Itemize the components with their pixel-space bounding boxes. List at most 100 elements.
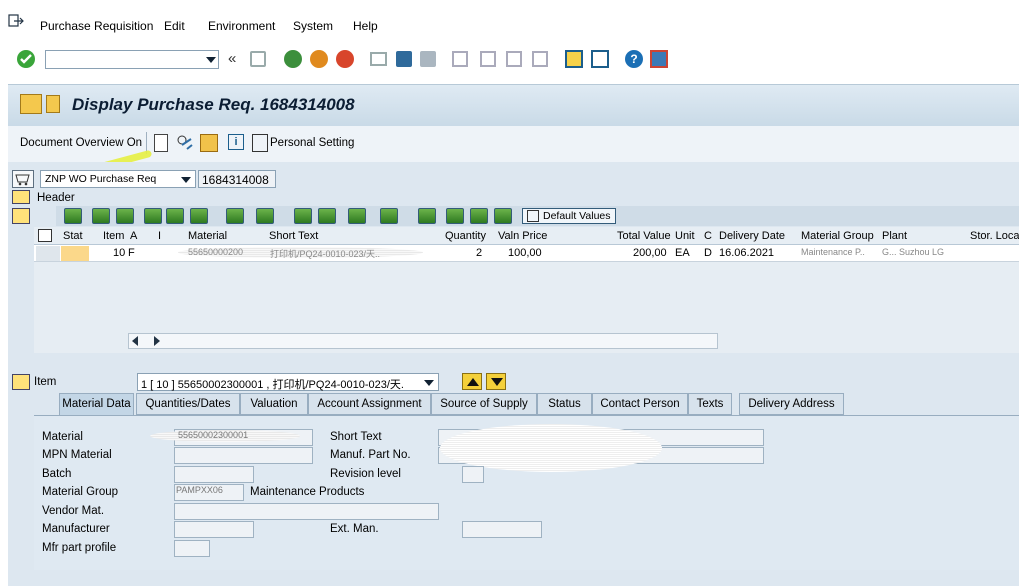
item-overview-expand-icon[interactable] <box>12 208 30 224</box>
details-icon[interactable] <box>64 208 82 224</box>
transaction-icon[interactable] <box>20 94 42 114</box>
column-stat[interactable]: Stat <box>63 230 83 242</box>
item-detail-icon[interactable] <box>446 208 464 224</box>
column-short-text[interactable]: Short Text <box>269 230 318 242</box>
column-plant[interactable]: Plant <box>882 230 907 242</box>
column-valn-price[interactable]: Valn Price <box>498 230 547 242</box>
exit-icon[interactable] <box>310 50 328 68</box>
menu-system[interactable]: System <box>293 19 333 33</box>
find-next-in-table-icon[interactable] <box>166 208 184 224</box>
ext-man-label: Ext. Man. <box>330 523 379 535</box>
mfr-part-profile-field <box>174 540 210 557</box>
back-icon[interactable] <box>284 50 302 68</box>
item-info-icon[interactable] <box>418 208 436 224</box>
collapse-icon[interactable]: « <box>228 50 236 67</box>
column-material[interactable]: Material <box>188 230 227 242</box>
tab-texts[interactable]: Texts <box>688 393 732 415</box>
menu-environment[interactable]: Environment <box>208 19 275 33</box>
print-preview-icon[interactable] <box>294 208 312 224</box>
column-item[interactable]: Item <box>103 230 124 242</box>
shortcut-icon[interactable] <box>591 50 609 68</box>
vendor-mat-label: Vendor Mat. <box>42 505 105 517</box>
document-type-select[interactable]: ZNP WO Purchase Req <box>40 170 196 188</box>
item-select-dropdown-icon[interactable] <box>424 380 434 386</box>
personal-setting-button[interactable]: Personal Setting <box>270 137 354 149</box>
revision-level-field <box>462 466 484 483</box>
first-page-icon[interactable] <box>452 51 468 67</box>
item-status-icon[interactable] <box>494 208 512 224</box>
document-type-dropdown-icon[interactable] <box>181 177 191 183</box>
row-short-text: 打印机/PQ24-0010-023/天.. <box>270 249 381 259</box>
header-expand-icon[interactable] <box>12 190 30 204</box>
tab-valuation[interactable]: Valuation <box>240 393 308 415</box>
display-change-icon[interactable] <box>176 134 194 152</box>
find-in-table-icon[interactable] <box>144 208 162 224</box>
previous-page-icon[interactable] <box>480 51 496 67</box>
info-icon[interactable]: i <box>228 134 244 150</box>
cart-icon[interactable] <box>12 170 34 188</box>
menu-help[interactable]: Help <box>353 19 378 33</box>
material-group-description: Maintenance Products <box>250 486 365 498</box>
total-icon[interactable] <box>226 208 244 224</box>
next-item-button[interactable] <box>486 373 506 390</box>
new-session-icon[interactable] <box>565 50 583 68</box>
help-icon[interactable]: ? <box>625 50 643 68</box>
layout-icon[interactable] <box>348 208 366 224</box>
default-values-button[interactable]: Default Values <box>522 208 616 224</box>
menu-purchase-requisition[interactable]: Purchase Requisition <box>40 19 153 33</box>
select-all-icon[interactable] <box>38 229 52 242</box>
export-icon[interactable] <box>318 208 336 224</box>
default-values-icon <box>527 210 539 222</box>
command-dropdown-icon[interactable] <box>206 57 216 63</box>
column-i[interactable]: I <box>158 230 161 242</box>
save-icon[interactable] <box>250 51 266 67</box>
tab-source-of-supply[interactable]: Source of Supply <box>431 393 537 415</box>
tab-material-data[interactable]: Material Data <box>59 393 134 415</box>
column-c[interactable]: C <box>704 230 712 242</box>
subtotal-icon[interactable] <box>256 208 274 224</box>
previous-item-button[interactable] <box>462 373 482 390</box>
menu-edit[interactable]: Edit <box>164 19 185 33</box>
column-quantity[interactable]: Quantity <box>445 230 486 242</box>
column-stor-loc[interactable]: Stor. Loca <box>970 230 1019 242</box>
row-selector[interactable] <box>36 246 60 261</box>
item-select[interactable]: 1 [ 10 ] 55650002300001 , 打印机/PQ24-0010-… <box>137 373 439 391</box>
last-page-icon[interactable] <box>532 51 548 67</box>
column-material-group[interactable]: Material Group <box>801 230 874 242</box>
tab-account-assignment[interactable]: Account Assignment <box>308 393 431 415</box>
tab-delivery-address[interactable]: Delivery Address <box>739 393 844 415</box>
cancel-icon[interactable] <box>336 50 354 68</box>
transaction-dropdown-icon[interactable] <box>46 95 60 113</box>
find-next-icon[interactable] <box>420 51 436 67</box>
sort-descending-icon[interactable] <box>116 208 134 224</box>
table-horizontal-scrollbar[interactable] <box>128 333 718 349</box>
command-field[interactable] <box>45 50 219 69</box>
find-icon[interactable] <box>396 51 412 67</box>
column-delivery-date[interactable]: Delivery Date <box>719 230 785 242</box>
tab-contact-person[interactable]: Contact Person <box>592 393 688 415</box>
row-total-value: 200,00 <box>633 247 667 259</box>
settings-icon[interactable] <box>380 208 398 224</box>
scroll-left-icon[interactable] <box>132 336 138 346</box>
enter-check-icon[interactable] <box>17 50 35 68</box>
other-document-icon[interactable] <box>200 134 218 152</box>
column-total-value[interactable]: Total Value <box>617 230 671 242</box>
customize-layout-icon[interactable] <box>650 50 668 68</box>
mfr-part-profile-label: Mfr part profile <box>42 542 117 554</box>
column-unit[interactable]: Unit <box>675 230 695 242</box>
exit-menu-icon[interactable] <box>8 14 24 28</box>
print-icon[interactable] <box>370 52 387 66</box>
tab-quantities-dates[interactable]: Quantities/Dates <box>136 393 240 415</box>
item-text-icon[interactable] <box>470 208 488 224</box>
sort-ascending-icon[interactable] <box>92 208 110 224</box>
next-page-icon[interactable] <box>506 51 522 67</box>
item-detail-expand-icon[interactable] <box>12 374 30 390</box>
ext-man-field <box>462 521 542 538</box>
filter-icon[interactable] <box>190 208 208 224</box>
personal-setting-icon[interactable] <box>252 134 268 152</box>
scroll-right-icon[interactable] <box>154 336 160 346</box>
tab-status[interactable]: Status <box>537 393 592 415</box>
row-c: D <box>704 247 712 259</box>
row-delivery-date: 16.06.2021 <box>719 247 775 259</box>
column-a[interactable]: A <box>130 230 137 242</box>
